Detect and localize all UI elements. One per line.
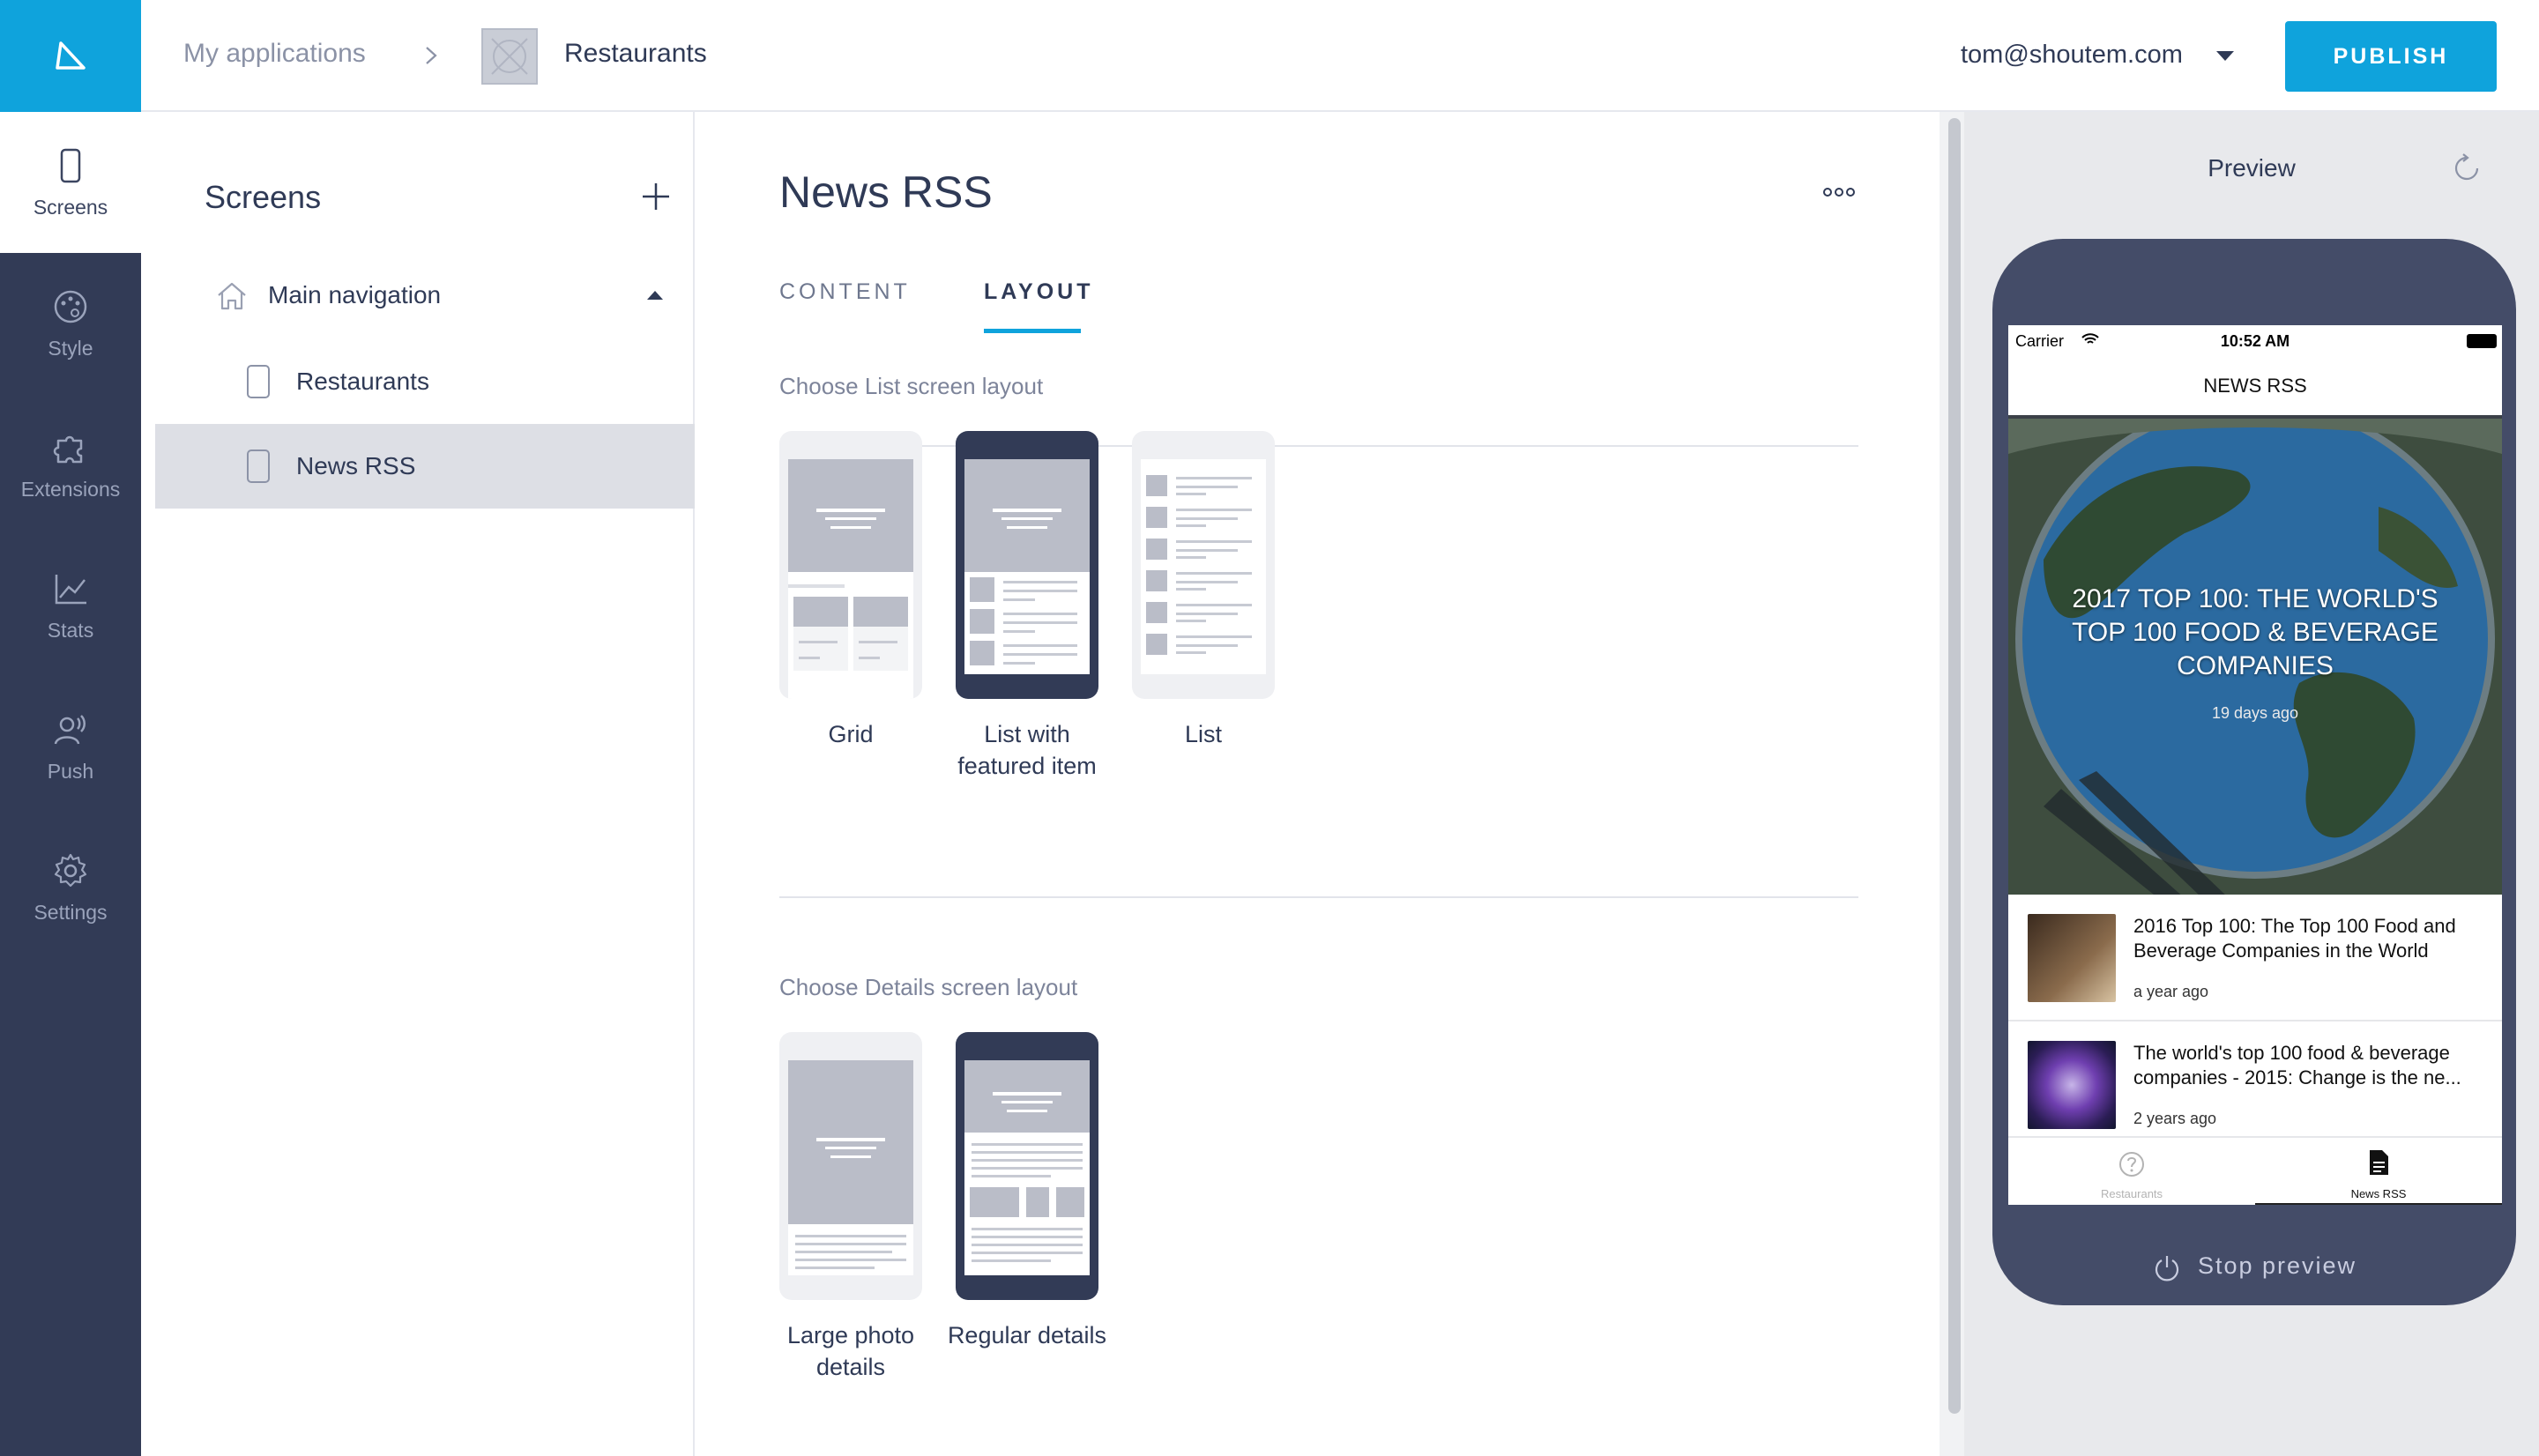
article-thumbnail <box>2028 914 2116 1002</box>
device-tab-restaurants[interactable]: Restaurants <box>2008 1138 2255 1205</box>
device-tab-bar: Restaurants News RSS <box>2008 1136 2502 1205</box>
screen-item-label: News RSS <box>296 452 416 479</box>
layout-option-regular-details[interactable] <box>956 1032 1098 1300</box>
chevron-down-icon[interactable] <box>2216 51 2234 61</box>
nav-label: Settings <box>34 900 108 924</box>
layout-label-grid: Grid <box>828 721 874 747</box>
puzzle-icon <box>53 435 83 463</box>
gear-icon <box>54 853 87 887</box>
palette-icon <box>54 290 87 323</box>
refresh-icon[interactable] <box>2449 151 2484 186</box>
phone-icon <box>247 365 270 398</box>
chevron-right-icon <box>426 47 437 64</box>
details-layout-section-label: Choose Details screen layout <box>779 974 1078 1000</box>
layout-option-grid[interactable] <box>779 431 922 699</box>
article-title: 2016 Top 100: The Top 100 Food and Bever… <box>2133 915 2456 962</box>
nav-label: Stats <box>47 618 94 642</box>
nav-label: Extensions <box>20 477 121 501</box>
screen-item-news-rss[interactable]: News RSS <box>155 424 695 509</box>
nav-item-style[interactable]: Style <box>0 253 141 394</box>
article-title: The world's top 100 food & beverage comp… <box>2133 1042 2461 1088</box>
chevron-up-icon[interactable] <box>647 291 663 300</box>
featured-time: 19 days ago <box>2211 704 2299 722</box>
layout-label-list: List <box>1184 721 1223 747</box>
nav-label: Screens <box>33 195 108 219</box>
featured-article[interactable]: 2017 TOP 100: THE WORLD'S TOP 100 FOOD &… <box>2008 415 2502 895</box>
device-tab-indicator <box>2255 1203 2502 1205</box>
layout-option-list[interactable] <box>1132 431 1275 699</box>
app-thumbnail <box>481 28 538 85</box>
app-root: Screens Style Extensions Stats Push Sett… <box>0 0 2539 1456</box>
screens-title: Screens <box>205 179 322 215</box>
nav-item-screens[interactable]: Screens <box>0 112 141 253</box>
user-menu[interactable]: tom@shoutem.com <box>1961 41 2183 70</box>
article-thumbnail <box>2028 1041 2116 1129</box>
battery-icon <box>2467 334 2497 348</box>
status-time: 10:52 AM <box>2220 332 2290 350</box>
article-time: 2 years ago <box>2133 1110 2217 1127</box>
status-bar: Carrier 10:52 AM <box>2008 325 2502 357</box>
tab-content[interactable]: CONTENT <box>779 279 911 305</box>
push-user-icon <box>54 714 86 744</box>
publish-button[interactable]: PUBLISH <box>2285 21 2497 92</box>
article-time: a year ago <box>2133 983 2209 1000</box>
home-icon <box>218 282 246 310</box>
stop-preview-button[interactable]: Stop preview <box>1992 1252 2516 1282</box>
nav-item-stats[interactable]: Stats <box>0 535 141 676</box>
phone-icon <box>60 148 81 182</box>
nav-item-extensions[interactable]: Extensions <box>0 394 141 535</box>
device-tab-label: Restaurants <box>2100 1187 2163 1200</box>
nav-item-push[interactable]: Push <box>0 676 141 817</box>
main-navigation-label[interactable]: Main navigation <box>268 281 441 309</box>
layout-label-list-featured: List with featured item <box>957 721 1097 779</box>
screen-item-label: Restaurants <box>296 368 429 395</box>
chart-icon <box>55 574 86 604</box>
device-frame: Carrier 10:52 AM NEWS RSS 2017 TOP 100: … <box>1992 239 2516 1305</box>
device-tab-news-rss[interactable]: News RSS <box>2255 1138 2502 1205</box>
breadcrumb-my-applications[interactable]: My applications <box>183 39 366 69</box>
nav-label: Style <box>48 336 93 360</box>
device-tab-label: News RSS <box>2350 1187 2407 1200</box>
nav-label: Push <box>47 759 94 783</box>
tab-layout[interactable]: LAYOUT <box>984 279 1093 305</box>
featured-title: 2017 TOP 100: THE WORLD'S TOP 100 FOOD &… <box>2072 584 2438 680</box>
add-screen-icon[interactable] <box>640 181 672 212</box>
top-bar: My applications Restaurants tom@shoutem.… <box>141 0 2539 112</box>
scrollbar-thumb[interactable] <box>1948 118 1961 1414</box>
preview-panel: Preview Carrier 10:52 AM NEWS RSS 2017 T… <box>1964 112 2539 1456</box>
power-icon <box>2155 1256 2178 1281</box>
article-item[interactable]: The world's top 100 food & beverage comp… <box>2008 1021 2502 1148</box>
logo[interactable] <box>0 0 141 112</box>
main-panel: News RSS CONTENT LAYOUT Choose List scre… <box>695 112 1940 1456</box>
play-triangle-icon <box>56 41 86 70</box>
device-screen: Carrier 10:52 AM NEWS RSS 2017 TOP 100: … <box>2008 325 2502 1205</box>
section-divider <box>779 896 1858 898</box>
list-layout-section-label: Choose List screen layout <box>779 373 1044 399</box>
active-tab-indicator <box>984 329 1081 333</box>
article-item[interactable]: 2016 Top 100: The Top 100 Food and Bever… <box>2008 895 2502 1021</box>
layout-label-regular-details: Regular details <box>947 1322 1107 1348</box>
screen-item-restaurants[interactable]: Restaurants <box>155 339 695 424</box>
document-icon <box>2370 1150 2388 1175</box>
phone-icon <box>247 449 270 483</box>
stop-preview-label: Stop preview <box>2197 1252 2357 1280</box>
screen-title: NEWS RSS <box>2203 375 2307 397</box>
layout-label-large-photo-details: Large photo details <box>786 1322 915 1380</box>
screens-panel: Screens Main navigation Restaurants News… <box>141 112 695 1456</box>
nav-item-settings[interactable]: Settings <box>0 817 141 958</box>
layout-option-list-featured[interactable] <box>956 431 1098 699</box>
layout-option-large-photo-details[interactable] <box>779 1032 922 1300</box>
breadcrumb-app-name[interactable]: Restaurants <box>564 39 707 69</box>
left-nav: Screens Style Extensions Stats Push Sett… <box>0 0 141 1456</box>
question-circle-icon <box>2119 1152 2144 1177</box>
